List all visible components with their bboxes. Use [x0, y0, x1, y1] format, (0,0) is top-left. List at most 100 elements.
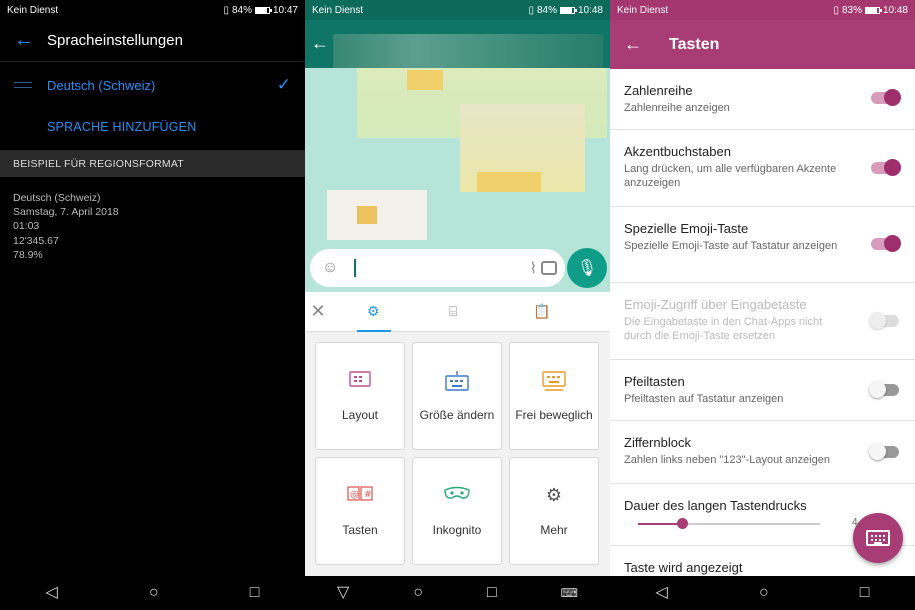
clock: 10:48	[577, 4, 603, 16]
toggle-switch[interactable]	[869, 381, 899, 398]
setting-subtitle: Spezielle Emoji-Taste auf Tastatur anzei…	[624, 240, 838, 252]
nav-home-icon[interactable]: ○	[759, 585, 769, 601]
toggle-switch[interactable]	[869, 443, 899, 460]
setting-subtitle: Pfeiltasten auf Tastatur anzeigen	[624, 393, 784, 405]
tile-label: Frei beweglich	[515, 408, 593, 422]
nav-recents-icon[interactable]: □	[860, 585, 870, 601]
microphone-button[interactable]: 🎙	[567, 248, 607, 288]
nav-back-icon[interactable]: ▽	[337, 585, 349, 601]
nav-keyboard-icon[interactable]: ⌨	[561, 587, 578, 599]
language-settings-screen: Kein Dienst ▯ 84% 10:47 ← Spracheinstellun…	[0, 0, 305, 610]
page-title: Spracheinstellungen	[47, 32, 183, 49]
clock: 10:48	[882, 4, 908, 16]
text-cursor[interactable]	[354, 259, 357, 277]
blurred-highlight	[407, 70, 443, 90]
toggle-knob	[884, 89, 901, 106]
blurred-message-3	[327, 190, 427, 240]
incognito-tile[interactable]: Inkognito	[412, 457, 502, 565]
setting-title: Ziffernblock	[624, 435, 691, 450]
svg-text:#: #	[364, 490, 372, 500]
toggle-knob	[884, 159, 901, 176]
setting-numpad[interactable]: Ziffernblock Zahlen links neben "123"-La…	[610, 421, 915, 484]
nav-recents-icon[interactable]: □	[487, 585, 497, 601]
camera-icon[interactable]	[541, 261, 557, 275]
tile-label: Inkognito	[432, 523, 482, 537]
tile-label: Layout	[341, 408, 379, 422]
setting-accent-letters[interactable]: Akzentbuchstaben Lang drücken, um alle v…	[610, 130, 915, 207]
toggle-switch[interactable]	[871, 235, 901, 252]
language-item[interactable]: Deutsch (Schweiz) ✓	[0, 62, 305, 108]
status-bar: Kein Dienst ▯ 84% 10:47	[0, 0, 305, 20]
toggle-knob	[869, 443, 886, 460]
theme-roller-icon[interactable]: ⌸	[449, 303, 457, 320]
clock: 10:47	[272, 4, 298, 16]
setting-title: Spezielle Emoji-Taste	[624, 221, 749, 236]
clipboard-icon[interactable]: 📋	[533, 303, 550, 320]
back-arrow-icon[interactable]: ←	[14, 29, 47, 52]
drag-handle-icon[interactable]	[14, 82, 32, 88]
setting-title: Emoji-Zugriff über Eingabetaste	[624, 297, 807, 312]
add-language-button[interactable]: SPRACHE HINZUFÜGEN	[0, 108, 305, 146]
vibrate-icon: ▯	[833, 4, 839, 16]
layout-tile[interactable]: Layout	[315, 342, 405, 450]
blurred-highlight	[477, 172, 541, 192]
attach-icon[interactable]: ⌇	[530, 259, 537, 277]
blurred-highlight	[357, 206, 377, 224]
battery-icon	[559, 6, 577, 14]
resize-tile[interactable]: Größe ändern	[412, 342, 502, 450]
setting-number-row[interactable]: Zahlenreihe Zahlenreihe anzeigen	[610, 69, 915, 130]
setting-subtitle: Zahlen links neben "123"-Layout anzeigen	[624, 454, 830, 466]
close-icon[interactable]: ✕	[305, 301, 331, 322]
settings-gear-icon[interactable]: ⚙	[367, 303, 380, 320]
tile-label: Mehr	[540, 523, 568, 537]
toggle-knob	[884, 235, 901, 252]
system-nav-bar: ◁ ○ □	[0, 576, 305, 610]
example-line: Deutsch (Schweiz)	[13, 192, 101, 204]
vibrate-icon: ▯	[528, 4, 534, 16]
setting-subtitle: Die Eingabetaste in den Chat-Apps nicht …	[624, 316, 823, 342]
microphone-icon: 🎙	[576, 260, 598, 277]
toggle-switch[interactable]	[869, 312, 899, 329]
float-tile[interactable]: Frei beweglich	[509, 342, 599, 450]
back-arrow-icon[interactable]: ←	[624, 34, 669, 55]
keys-tile[interactable]: @ # Tasten	[315, 457, 405, 565]
page-title: Tasten	[669, 35, 720, 53]
setting-emoji-key[interactable]: Spezielle Emoji-Taste Spezielle Emoji-Ta…	[610, 207, 915, 283]
toggle-switch[interactable]	[871, 159, 901, 176]
keyboard-fab[interactable]	[853, 513, 903, 563]
incognito-icon	[444, 486, 470, 499]
example-line: Samstag, 7. April 2018	[13, 206, 119, 219]
setting-arrow-keys[interactable]: Pfeiltasten Pfeiltasten auf Tastatur anz…	[610, 360, 915, 421]
battery-icon	[254, 6, 272, 14]
nav-back-icon[interactable]: ◁	[46, 585, 58, 601]
nav-home-icon[interactable]: ○	[149, 585, 159, 601]
layout-icon	[349, 371, 371, 387]
message-input-bar: ☺ ⌇	[310, 249, 565, 287]
float-keyboard-icon	[542, 371, 566, 391]
toggle-switch[interactable]	[871, 89, 901, 106]
svg-text:@: @	[350, 490, 359, 500]
nav-recents-icon[interactable]: □	[250, 585, 260, 601]
slider-thumb[interactable]	[676, 518, 688, 529]
long-press-slider[interactable]	[638, 518, 820, 529]
example-line: 01:03	[13, 220, 40, 233]
more-tile[interactable]: ⚙ Mehr	[509, 457, 599, 565]
setting-subtitle: Zahlenreihe anzeigen	[624, 102, 730, 114]
checkmark-icon: ✓	[276, 75, 291, 94]
emoji-icon[interactable]: ☺	[322, 259, 338, 277]
keyboard-tools-grid: Layout Größe ändern Frei beweglich @ # Ta…	[305, 332, 610, 576]
tile-label: Größe ändern	[419, 408, 495, 422]
tile-label: Tasten	[342, 523, 378, 537]
carrier-label: Kein Dienst	[312, 4, 364, 16]
setting-subtitle: Lang drücken, um alle verfügbaren Akzent…	[624, 163, 837, 189]
setting-title: Akzentbuchstaben	[624, 144, 731, 159]
keyboard-toolbar: ✕ ⚙ ⌸ 📋	[305, 292, 610, 332]
system-nav-bar: ◁ ○ □	[610, 576, 915, 610]
setting-emoji-enter[interactable]: Emoji-Zugriff über Eingabetaste Die Eing…	[610, 283, 915, 360]
toggle-knob	[869, 381, 886, 398]
nav-home-icon[interactable]: ○	[413, 585, 423, 601]
carrier-label: Kein Dienst	[617, 4, 669, 16]
setting-title: Zahlenreihe	[624, 83, 693, 98]
nav-back-icon[interactable]: ◁	[656, 585, 668, 601]
back-arrow-icon[interactable]: ←	[311, 33, 329, 54]
